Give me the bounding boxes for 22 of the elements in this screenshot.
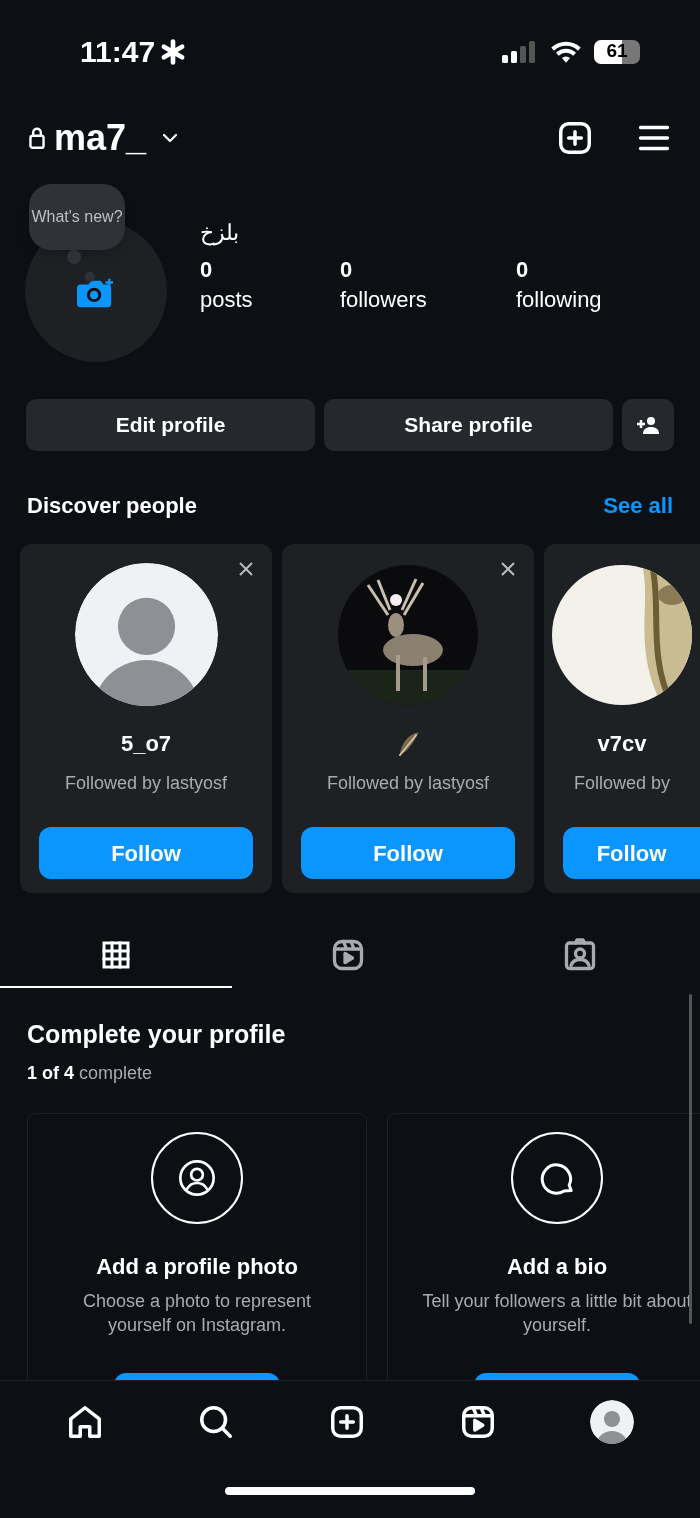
followed-by-text: Followed by xyxy=(573,772,670,795)
see-all-link[interactable]: See all xyxy=(603,489,673,522)
profile-name: بلزخ xyxy=(200,219,239,248)
profile-button[interactable]: Share profile xyxy=(324,399,613,451)
battery-indicator: 61 xyxy=(594,39,640,64)
followed-by-text: Followed by lastyosf xyxy=(64,772,228,795)
card-description: Tell your followers a little bit about yourself. xyxy=(421,1289,693,1337)
followed-by-text: Followed by lastyosf xyxy=(326,772,490,795)
clock: 11:47 xyxy=(80,34,156,70)
profile-button[interactable]: Edit profile xyxy=(26,399,315,451)
stat[interactable]: 0 posts xyxy=(200,255,340,315)
account-switcher[interactable]: ma7_ xyxy=(54,110,183,165)
card-title: Add a profile photo xyxy=(96,1252,298,1281)
card-description: Choose a photo to represent yourself on Instagram. xyxy=(81,1289,313,1337)
progress-text: 1 of 4 complete xyxy=(27,1061,154,1085)
card-title: Add a bio xyxy=(506,1252,608,1281)
username: v7cv xyxy=(597,729,647,758)
stat[interactable]: 0 following xyxy=(516,255,675,315)
stat[interactable]: 0 followers xyxy=(340,255,516,315)
section-title: Discover people xyxy=(27,492,197,520)
section-title: Complete your profile xyxy=(27,1019,287,1050)
username: 5_o7 xyxy=(120,729,172,758)
